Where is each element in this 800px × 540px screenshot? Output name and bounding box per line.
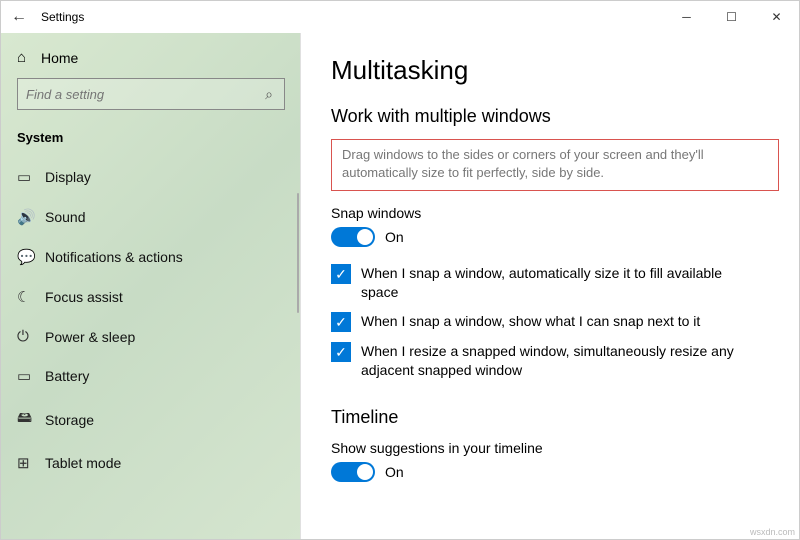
home-icon: ⌂ (17, 49, 41, 66)
sidebar-item-label: Display (45, 169, 91, 185)
window-controls: ─ ☐ ✕ (664, 1, 799, 33)
checkbox-label: When I snap a window, automatically size… (361, 264, 761, 302)
snap-toggle[interactable] (331, 227, 375, 247)
sidebar-item-label: Focus assist (45, 289, 123, 305)
sidebar: ⌂ Home ⌕ System ▭ Display 🔊 Sound 💬 Noti… (1, 33, 301, 539)
battery-icon: ▭ (17, 367, 45, 385)
checkbox-label: When I resize a snapped window, simultan… (361, 342, 761, 380)
snap-toggle-state: On (385, 229, 404, 245)
main-content: Multitasking Work with multiple windows … (301, 33, 799, 539)
sidebar-item-label: Tablet mode (45, 455, 121, 471)
watermark: wsxdn.com (750, 527, 795, 537)
sidebar-item-tablet[interactable]: ⊞ Tablet mode (1, 443, 301, 483)
checkbox-row[interactable]: ✓ When I snap a window, automatically si… (331, 259, 761, 307)
checkbox-icon: ✓ (331, 312, 351, 332)
sound-icon: 🔊 (17, 208, 45, 226)
tablet-icon: ⊞ (17, 454, 45, 472)
search-box[interactable]: ⌕ (17, 78, 285, 110)
maximize-button[interactable]: ☐ (709, 1, 754, 33)
category-heading: System (1, 124, 301, 157)
snap-label: Snap windows (331, 205, 779, 221)
sidebar-item-label: Sound (45, 209, 85, 225)
sidebar-item-battery[interactable]: ▭ Battery (1, 356, 301, 396)
minimize-button[interactable]: ─ (664, 1, 709, 33)
checkbox-row[interactable]: ✓ When I resize a snapped window, simult… (331, 337, 761, 385)
sidebar-item-notifications[interactable]: 💬 Notifications & actions (1, 237, 301, 277)
description-text: Drag windows to the sides or corners of … (342, 146, 768, 182)
home-label: Home (41, 50, 78, 66)
sidebar-item-label: Power & sleep (45, 329, 135, 345)
sidebar-item-label: Battery (45, 368, 89, 384)
home-link[interactable]: ⌂ Home (1, 41, 301, 78)
page-title: Multitasking (331, 55, 779, 86)
search-icon: ⌕ (254, 86, 284, 103)
back-button[interactable]: ← (11, 8, 41, 26)
sidebar-item-display[interactable]: ▭ Display (1, 157, 301, 197)
timeline-toggle[interactable] (331, 462, 375, 482)
checkbox-icon: ✓ (331, 264, 351, 284)
sidebar-item-focus[interactable]: ☾ Focus assist (1, 277, 301, 317)
power-icon: ⏻ (17, 328, 45, 345)
search-input[interactable] (18, 87, 254, 102)
timeline-toggle-state: On (385, 464, 404, 480)
section-heading: Timeline (331, 407, 779, 428)
sidebar-item-storage[interactable]: 🖴 Storage (1, 396, 301, 443)
sidebar-item-label: Storage (45, 412, 94, 428)
sidebar-item-label: Notifications & actions (45, 249, 183, 265)
scrollbar[interactable] (297, 193, 299, 313)
focus-icon: ☾ (17, 288, 45, 306)
app-title: Settings (41, 10, 84, 24)
storage-icon: 🖴 (17, 407, 45, 432)
sidebar-item-power[interactable]: ⏻ Power & sleep (1, 317, 301, 356)
checkbox-icon: ✓ (331, 342, 351, 362)
timeline-label: Show suggestions in your timeline (331, 440, 779, 456)
close-button[interactable]: ✕ (754, 1, 799, 33)
notifications-icon: 💬 (17, 248, 45, 266)
sidebar-item-sound[interactable]: 🔊 Sound (1, 197, 301, 237)
description-box: Drag windows to the sides or corners of … (331, 139, 779, 191)
section-heading: Work with multiple windows (331, 106, 779, 127)
display-icon: ▭ (17, 168, 45, 186)
checkbox-row[interactable]: ✓ When I snap a window, show what I can … (331, 307, 761, 337)
checkbox-label: When I snap a window, show what I can sn… (361, 312, 700, 331)
